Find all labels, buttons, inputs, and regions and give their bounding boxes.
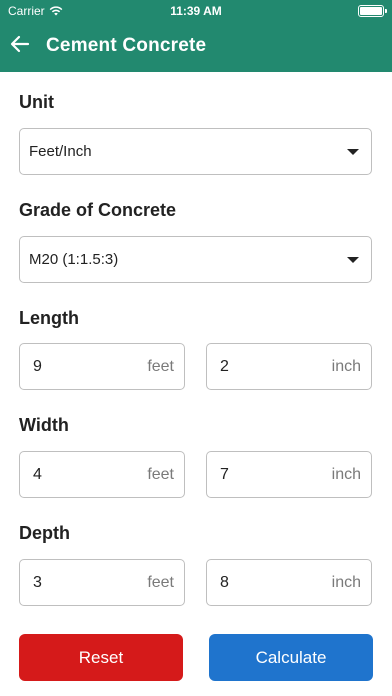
grade-label: Grade of Concrete xyxy=(19,200,177,220)
length-feet-unit: feet xyxy=(147,357,174,375)
calculate-button[interactable]: Calculate xyxy=(209,634,373,681)
caret-down-icon xyxy=(347,256,359,263)
width-feet-unit: feet xyxy=(147,465,174,483)
depth-inch-value: 8 xyxy=(220,573,229,591)
status-time: 11:39 AM xyxy=(170,4,222,18)
depth-inch-input[interactable]: 8 inch xyxy=(206,559,372,606)
screen: Carrier 11:39 AM Cement Concrete Unit Fe… xyxy=(0,0,392,696)
depth-inch-unit: inch xyxy=(331,573,361,591)
unit-dropdown[interactable]: Feet/Inch xyxy=(19,128,372,175)
width-label: Width xyxy=(19,415,69,435)
arrow-left-icon xyxy=(10,35,30,53)
length-inch-input[interactable]: 2 inch xyxy=(206,343,372,390)
length-feet-value: 9 xyxy=(33,357,42,375)
length-inch-unit: inch xyxy=(331,357,361,375)
length-feet-input[interactable]: 9 feet xyxy=(19,343,185,390)
width-inch-value: 7 xyxy=(220,465,229,483)
width-inch-unit: inch xyxy=(331,465,361,483)
unit-label: Unit xyxy=(19,92,54,112)
grade-dropdown[interactable]: M20 (1:1.5:3) xyxy=(19,236,372,283)
width-inch-input[interactable]: 7 inch xyxy=(206,451,372,498)
width-feet-value: 4 xyxy=(33,465,42,483)
length-label: Length xyxy=(19,308,79,328)
length-inch-value: 2 xyxy=(220,357,229,375)
depth-feet-value: 3 xyxy=(33,573,42,591)
status-bar: Carrier 11:39 AM xyxy=(0,0,392,22)
width-feet-input[interactable]: 4 feet xyxy=(19,451,185,498)
battery-icon xyxy=(358,5,387,17)
back-button[interactable] xyxy=(8,32,32,56)
page-title: Cement Concrete xyxy=(46,35,207,56)
reset-button[interactable]: Reset xyxy=(19,634,183,681)
unit-value: Feet/Inch xyxy=(29,143,92,160)
depth-feet-input[interactable]: 3 feet xyxy=(19,559,185,606)
depth-feet-unit: feet xyxy=(147,573,174,591)
caret-down-icon xyxy=(347,148,359,155)
grade-value: M20 (1:1.5:3) xyxy=(29,251,119,268)
app-bar: Carrier 11:39 AM Cement Concrete xyxy=(0,0,392,72)
depth-label: Depth xyxy=(19,523,70,543)
